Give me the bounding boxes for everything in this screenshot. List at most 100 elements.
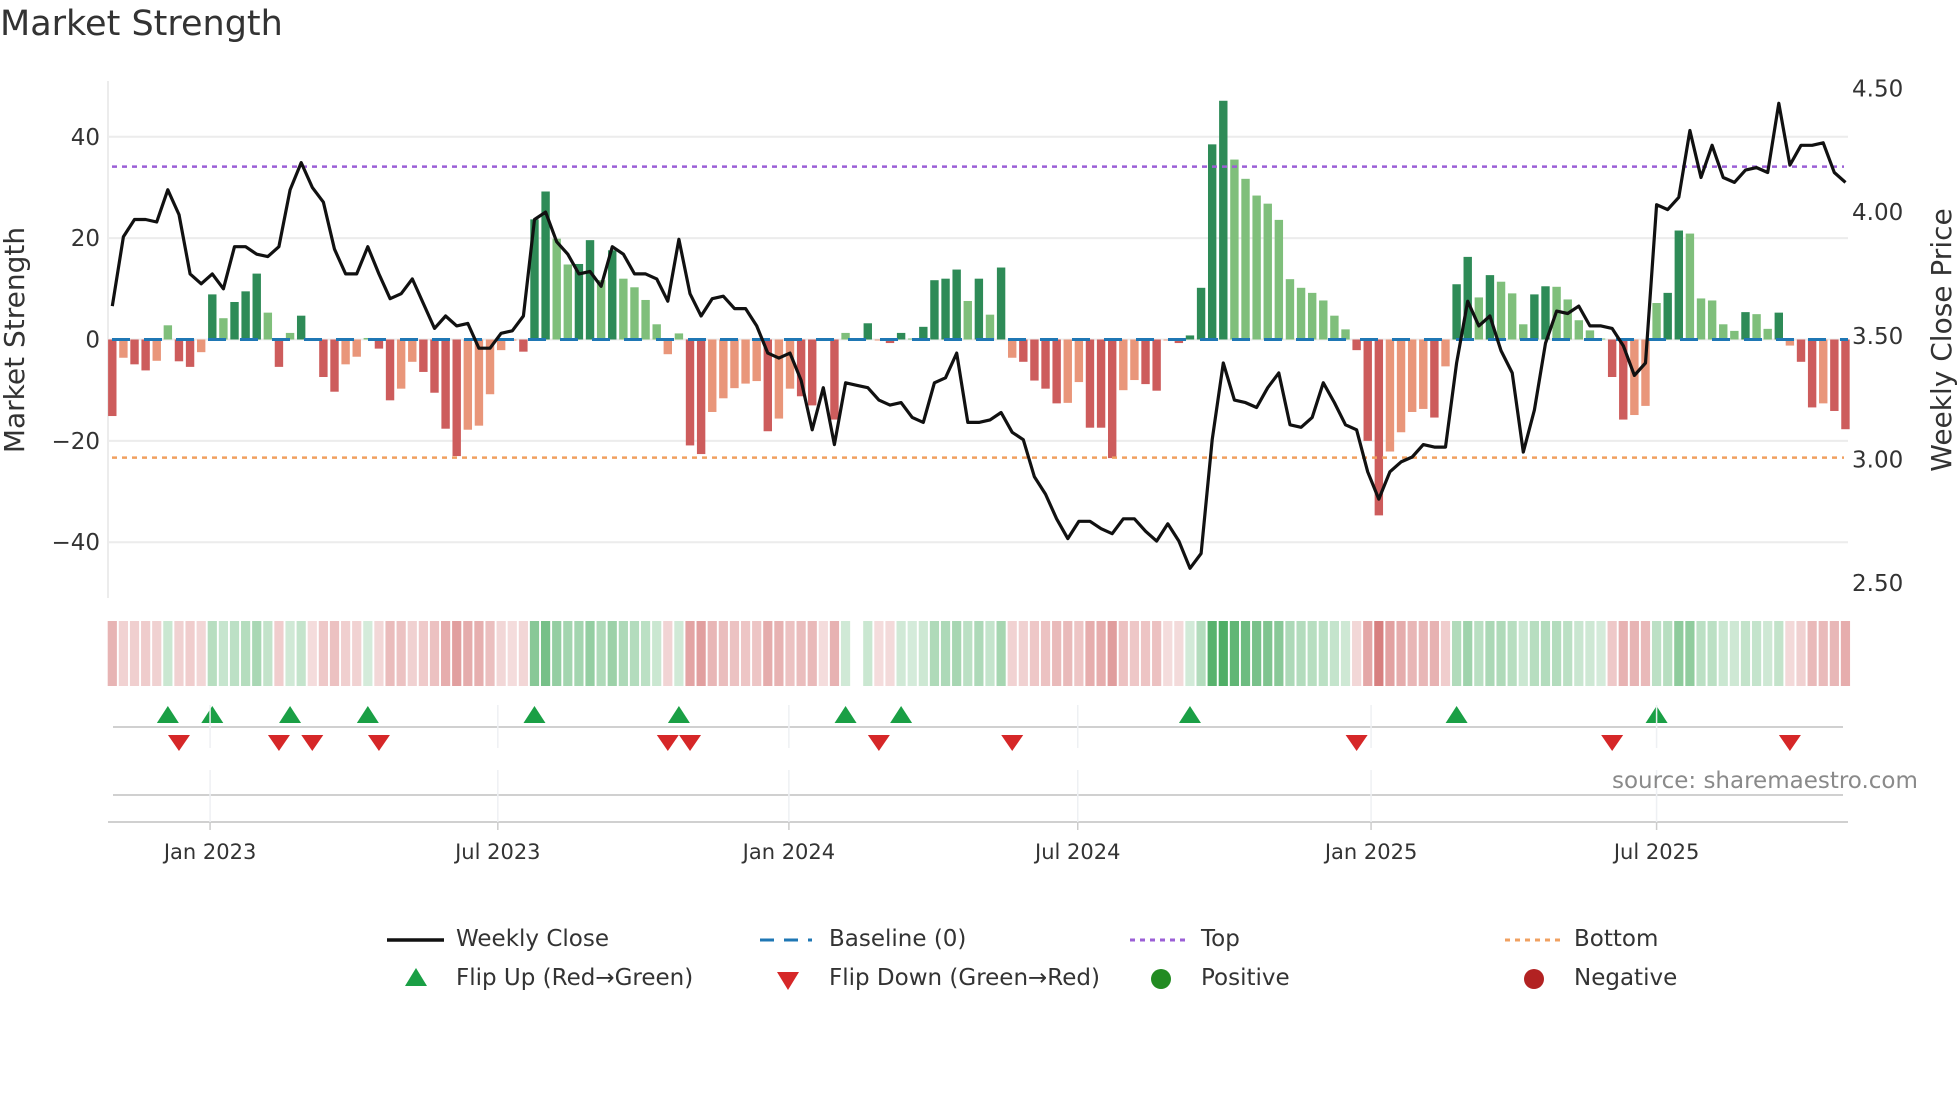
strength-bar bbox=[774, 339, 784, 419]
flip-down-marker bbox=[867, 735, 890, 751]
strength-bar bbox=[941, 278, 950, 340]
strength-bar bbox=[641, 299, 650, 340]
strength-bar bbox=[730, 339, 739, 389]
strength-bar bbox=[1752, 314, 1761, 340]
strength-strip-cell bbox=[141, 621, 151, 686]
strength-strip-cell bbox=[1152, 621, 1162, 686]
strength-strip-cell bbox=[1474, 621, 1484, 686]
strength-strip-cell bbox=[540, 621, 551, 686]
strength-bar bbox=[1252, 195, 1261, 340]
flip-up-marker bbox=[523, 706, 546, 723]
strength-bar bbox=[185, 339, 195, 367]
strength-bar bbox=[385, 339, 395, 401]
strength-bar bbox=[441, 339, 450, 429]
flip-up-marker bbox=[1445, 706, 1468, 723]
strength-strip-cell bbox=[552, 621, 562, 686]
strength-strip-cell bbox=[996, 621, 1006, 686]
strength-strip-cell bbox=[1040, 621, 1051, 686]
strength-bar bbox=[663, 339, 672, 355]
legend-baseline: Baseline (0) bbox=[829, 926, 967, 952]
strength-strip-cell bbox=[352, 621, 362, 686]
strength-strip-cell bbox=[1574, 621, 1584, 686]
strength-strip-cell bbox=[1007, 621, 1017, 686]
strength-strip-cell bbox=[1085, 621, 1095, 686]
strength-strip-cell bbox=[607, 621, 617, 686]
strength-strip-cell bbox=[585, 621, 595, 686]
strength-bar bbox=[1530, 294, 1539, 340]
strength-strip-cell bbox=[685, 621, 695, 686]
strength-bar bbox=[1263, 203, 1272, 340]
strength-strip-cell bbox=[452, 621, 462, 686]
strength-strip-cell bbox=[596, 621, 606, 686]
strength-bar bbox=[1841, 339, 1850, 430]
strength-bar bbox=[1352, 339, 1361, 351]
strength-bar bbox=[696, 339, 706, 455]
strength-bar bbox=[1185, 335, 1195, 340]
legend-weekly-close: Weekly Close bbox=[456, 926, 609, 952]
strength-bar bbox=[1008, 339, 1017, 358]
strength-bar bbox=[1052, 339, 1061, 404]
strength-strip-cell bbox=[674, 621, 684, 686]
strength-bar bbox=[219, 318, 228, 340]
strength-strip-cell bbox=[1318, 621, 1328, 686]
strength-strip-cell bbox=[285, 621, 295, 686]
strength-strip-cell bbox=[129, 621, 140, 686]
strength-strip-cell bbox=[1552, 621, 1562, 686]
y-tick-label: 40 bbox=[71, 125, 100, 151]
strength-strip-cell bbox=[296, 621, 306, 686]
strength-strip-cell bbox=[229, 621, 240, 686]
x-tick-label: Jan 2023 bbox=[162, 840, 257, 864]
strength-bar bbox=[1319, 300, 1328, 340]
strength-bar bbox=[1807, 339, 1817, 408]
strength-strip-cell bbox=[1396, 621, 1406, 686]
legend-positive: Positive bbox=[1201, 965, 1290, 991]
strength-strip-cell bbox=[1729, 621, 1739, 686]
strength-strip-cell bbox=[196, 621, 206, 686]
strength-strip-cell bbox=[774, 621, 784, 686]
strength-bar bbox=[1152, 339, 1161, 391]
strength-strip-cell bbox=[985, 621, 995, 686]
flip-down-marker bbox=[367, 735, 390, 751]
strength-strip-cell bbox=[718, 621, 728, 686]
strength-strip-cell bbox=[118, 621, 129, 686]
strength-bar bbox=[1063, 339, 1072, 403]
strength-bar bbox=[496, 339, 506, 351]
strength-bar bbox=[1074, 339, 1084, 383]
strength-bar bbox=[1607, 339, 1617, 378]
strength-bar bbox=[174, 339, 184, 362]
strength-strip-cell bbox=[329, 621, 340, 686]
strength-bar bbox=[1463, 256, 1472, 340]
strength-strip-cell bbox=[752, 621, 762, 686]
strength-bar bbox=[563, 264, 573, 340]
strength-bar bbox=[1396, 339, 1406, 433]
strength-bar bbox=[1207, 144, 1217, 340]
strength-strip-cell bbox=[529, 621, 540, 686]
strength-bar bbox=[208, 294, 217, 340]
strength-bar bbox=[919, 326, 928, 340]
strength-bar bbox=[1219, 100, 1228, 340]
strength-bar bbox=[674, 333, 684, 340]
strength-bar bbox=[974, 278, 984, 340]
strength-strip-cell bbox=[518, 621, 528, 686]
strength-bar bbox=[1696, 298, 1706, 340]
strength-strip-cell bbox=[1640, 621, 1651, 686]
strength-strip-cell bbox=[1185, 621, 1195, 686]
y2-tick-label: 4.00 bbox=[1852, 200, 1903, 226]
strength-bar bbox=[1274, 219, 1284, 340]
strength-strip-cell bbox=[463, 621, 473, 686]
strength-bar bbox=[1330, 315, 1339, 340]
strength-bar bbox=[1652, 303, 1661, 340]
strength-strip-cell bbox=[652, 621, 662, 686]
strength-bar bbox=[408, 339, 417, 362]
strength-strip-cell bbox=[1352, 621, 1362, 686]
strength-bar bbox=[1741, 312, 1750, 340]
strength-bar bbox=[1030, 339, 1039, 381]
strength-strip-cell bbox=[1807, 621, 1817, 686]
strength-strip-cell bbox=[307, 621, 317, 686]
strength-strip-cell bbox=[740, 621, 751, 686]
strength-strip-cell bbox=[1529, 621, 1539, 686]
strength-strip-cell bbox=[1296, 621, 1306, 686]
flip-down-marker bbox=[1601, 735, 1624, 751]
flip-down-marker bbox=[1345, 735, 1368, 751]
strength-strip-cell bbox=[485, 621, 495, 686]
